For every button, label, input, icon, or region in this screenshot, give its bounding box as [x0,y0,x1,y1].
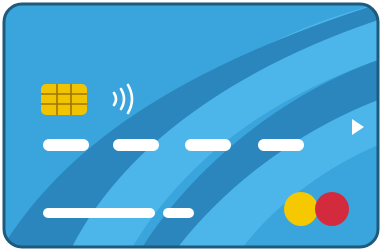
logo-circle-right [315,192,349,226]
card-number-segment [185,139,231,151]
cardholder-name-segment [43,208,155,218]
cardholder-name-segment [163,208,194,218]
card-number-segment [113,139,159,151]
card-number-segment [258,139,304,151]
logo-circle-left [284,192,318,226]
card-number-segment [43,139,89,151]
emv-chip-icon [41,84,87,115]
cardholder-name-placeholder [43,208,194,218]
credit-card-illustration [2,2,380,249]
